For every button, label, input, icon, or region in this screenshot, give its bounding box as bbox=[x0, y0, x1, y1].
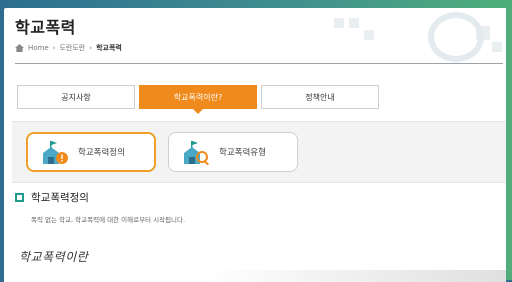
decorative-square bbox=[334, 18, 344, 28]
breadcrumb-home[interactable]: Home bbox=[28, 44, 49, 52]
content-window: 학교폭력 Home › 도란도란 › 학교폭력 공지사항 학교폭력이란? 정책안… bbox=[4, 8, 506, 282]
breadcrumb-separator: › bbox=[52, 44, 56, 52]
tab-notice[interactable]: 공지사항 bbox=[17, 85, 135, 109]
section-description: 폭력 없는 학교, 학교폭력에 대한 이해로부터 시작됩니다. bbox=[31, 216, 186, 224]
subtab-types-label: 학교폭력유형 bbox=[219, 148, 266, 158]
main-tabs: 공지사항 학교폭력이란? 정책안내 bbox=[17, 85, 379, 109]
subtab-types[interactable]: 학교폭력유형 bbox=[168, 132, 298, 172]
subtab-definition-label: 학교폭력정의 bbox=[78, 148, 125, 158]
decorative-square bbox=[492, 42, 502, 52]
breadcrumb-current: 학교폭력 bbox=[96, 44, 122, 52]
tab-policy[interactable]: 정책안내 bbox=[261, 85, 379, 109]
section-heading: 학교폭력정의 bbox=[15, 190, 89, 205]
breadcrumb: Home › 도란도란 › 학교폭력 bbox=[15, 43, 122, 53]
page-title: 학교폭력 bbox=[15, 18, 76, 37]
breadcrumb-separator: › bbox=[89, 44, 93, 52]
school-search-icon bbox=[184, 141, 209, 165]
decorative-fade bbox=[204, 270, 506, 282]
subtab-panel: 학교폭력정의 학교폭력유형 bbox=[12, 121, 506, 183]
home-icon[interactable] bbox=[15, 44, 24, 52]
handwritten-subtitle: 학교폭력이란 bbox=[19, 250, 89, 264]
section-heading-text: 학교폭력정의 bbox=[31, 192, 89, 204]
decorative-square bbox=[364, 30, 374, 40]
decorative-speech-bubble bbox=[428, 12, 484, 62]
section-bullet-icon bbox=[15, 193, 24, 202]
tab-school-violence[interactable]: 학교폭력이란? bbox=[139, 85, 257, 109]
title-divider bbox=[15, 63, 503, 64]
breadcrumb-level1[interactable]: 도란도란 bbox=[59, 43, 85, 53]
subtab-definition[interactable]: 학교폭력정의 bbox=[26, 132, 156, 172]
decorative-square bbox=[349, 18, 359, 28]
school-warning-icon bbox=[43, 141, 68, 164]
